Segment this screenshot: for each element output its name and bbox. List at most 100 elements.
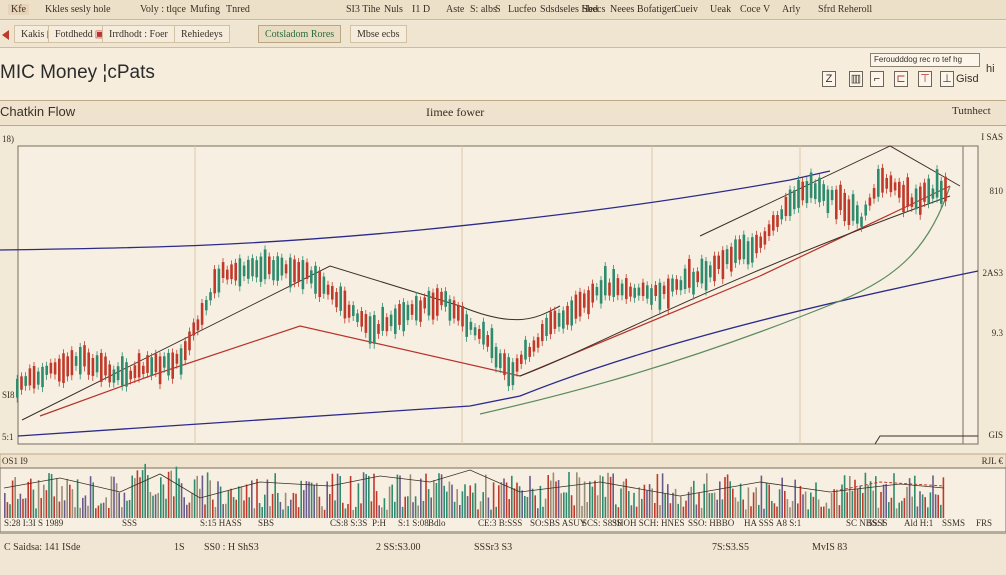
candle-body [297, 262, 300, 282]
volume-bar [17, 498, 19, 518]
top-menu-item[interactable]: Aste [446, 4, 464, 15]
top-menu-item[interactable]: S [495, 4, 501, 15]
volume-bar [758, 504, 760, 518]
volume-bar [448, 481, 451, 518]
candle-body [150, 357, 153, 376]
candle-body [931, 188, 935, 199]
top-menu-item[interactable]: Nuls [384, 4, 403, 15]
bar-chart-icon[interactable]: ▥ [849, 71, 863, 87]
tab-item[interactable]: Mbse ecbs [350, 25, 407, 43]
volume-bar [131, 475, 133, 518]
footer-item: C Saidsa: 141 ISde [4, 542, 81, 553]
candle-body [570, 300, 573, 326]
volume-bar [773, 503, 776, 518]
candle-body [515, 358, 519, 372]
top-menu-item[interactable]: Lucfeo [508, 4, 536, 15]
volume-label: SSO: HBBO [688, 518, 735, 528]
top-menu-item[interactable]: Ueak [710, 4, 731, 15]
top-menu-item[interactable]: V [763, 4, 770, 15]
volume-bar [212, 499, 214, 518]
volume-bar [420, 478, 422, 518]
top-menu-item[interactable]: Sbecs [582, 4, 605, 15]
top-menu-item[interactable]: I1 D [412, 4, 430, 15]
candle-body [259, 256, 263, 282]
candle-body [742, 234, 746, 260]
candle-body [604, 266, 607, 296]
top-menu-bar: Kfe Kkles sesly hole Voly : tlqce Mufing Tnr… [0, 0, 1006, 20]
candle-body [394, 308, 397, 334]
volume-bar [862, 492, 864, 518]
volume-bar [880, 491, 882, 518]
volume-bar [921, 494, 924, 518]
top-menu-item[interactable]: Cueiv [674, 4, 698, 15]
top-menu-item[interactable]: SI3 Tihe [346, 4, 380, 15]
candle-icon[interactable]: ⊥ [940, 71, 954, 87]
volume-bar [628, 491, 630, 518]
candle-body [818, 177, 821, 203]
volume-label: S:1 S:08 [398, 518, 429, 528]
candle-body [280, 257, 284, 276]
volume-bar [105, 497, 107, 518]
volume-bar [318, 496, 321, 518]
chart-area[interactable]: 18) I SAS 810 2AS3 9.3 GIS SI8 5:1 OS1 I9 RJL € S:… [0, 126, 1006, 575]
volume-bar [711, 493, 713, 518]
candle-body [494, 346, 498, 368]
cursor-icon[interactable]: ⌐ [870, 71, 884, 87]
candle-body [331, 286, 334, 300]
top-menu-item[interactable]: Mufing [190, 4, 220, 15]
volume-label: HA SSS [744, 518, 774, 528]
candle-body [415, 296, 418, 321]
volume-bar [846, 492, 848, 518]
volume-bar [810, 492, 812, 518]
volume-bar [100, 503, 102, 518]
volume-bar [544, 498, 547, 518]
volume-bar [417, 505, 419, 518]
volume-bar [589, 481, 591, 518]
footer-item: MvIS 83 [812, 542, 848, 553]
volume-bar [911, 496, 913, 518]
search-input[interactable]: Feroudddog rec ro tef hg [870, 53, 980, 67]
volume-label: P:H [372, 518, 387, 528]
top-menu-item[interactable]: S: albs [470, 4, 497, 15]
line-icon[interactable]: ⊤ [918, 71, 932, 87]
volume-bar [495, 506, 497, 518]
volume-bar [856, 488, 859, 518]
volume-bar [820, 506, 822, 518]
volume-label: 5SSS [868, 518, 888, 528]
volume-bar [53, 496, 55, 518]
price-chart[interactable]: 18) I SAS 810 2AS3 9.3 GIS SI8 5:1 OS1 I9 RJL € S:… [0, 126, 1006, 575]
volume-bar [739, 483, 742, 518]
top-menu-item[interactable]: Tnred [226, 4, 250, 15]
tab-item[interactable]: Irrdhodt : Foer [102, 25, 175, 43]
volume-bar [781, 477, 783, 518]
top-menu-item[interactable]: Kkles sesly hole [45, 4, 111, 15]
volume-bar [472, 492, 474, 518]
top-menu-item[interactable]: Neees Bofatigen [610, 4, 676, 15]
flag-icon[interactable]: ⊏ [894, 71, 908, 87]
volume-bar [323, 509, 326, 518]
tab-item[interactable]: Rehiedeys [174, 25, 230, 43]
back-arrow-icon[interactable] [2, 30, 9, 40]
top-menu-item[interactable]: Sfrd Reheroll [818, 4, 872, 15]
volume-bar [76, 479, 79, 518]
candle-body [116, 366, 120, 381]
volume-bar [612, 473, 614, 518]
volume-bar [199, 488, 201, 518]
top-menu-item[interactable]: Voly : tlqce [140, 4, 186, 15]
candle-body [410, 304, 414, 315]
candle-body [419, 300, 422, 322]
volume-bar [271, 493, 274, 518]
chart-header: MIC Money ¦cPats Feroudddog rec ro tef h… [0, 48, 1006, 100]
top-menu-item[interactable]: Coce [740, 4, 761, 15]
volume-bar [867, 484, 869, 518]
volume-label: SSS [122, 518, 137, 528]
price-label: 2AS3 [982, 268, 1003, 278]
volume-bar [370, 501, 373, 518]
volume-bar [622, 481, 625, 518]
tab-item[interactable]: Cotsladom Rores [258, 25, 342, 43]
price-label: GIS [988, 430, 1003, 440]
z-icon[interactable]: Z [822, 71, 836, 87]
volume-bar [531, 488, 534, 518]
top-menu-item[interactable]: Arly [782, 4, 800, 15]
top-menu-item[interactable]: Kfe [8, 4, 29, 15]
